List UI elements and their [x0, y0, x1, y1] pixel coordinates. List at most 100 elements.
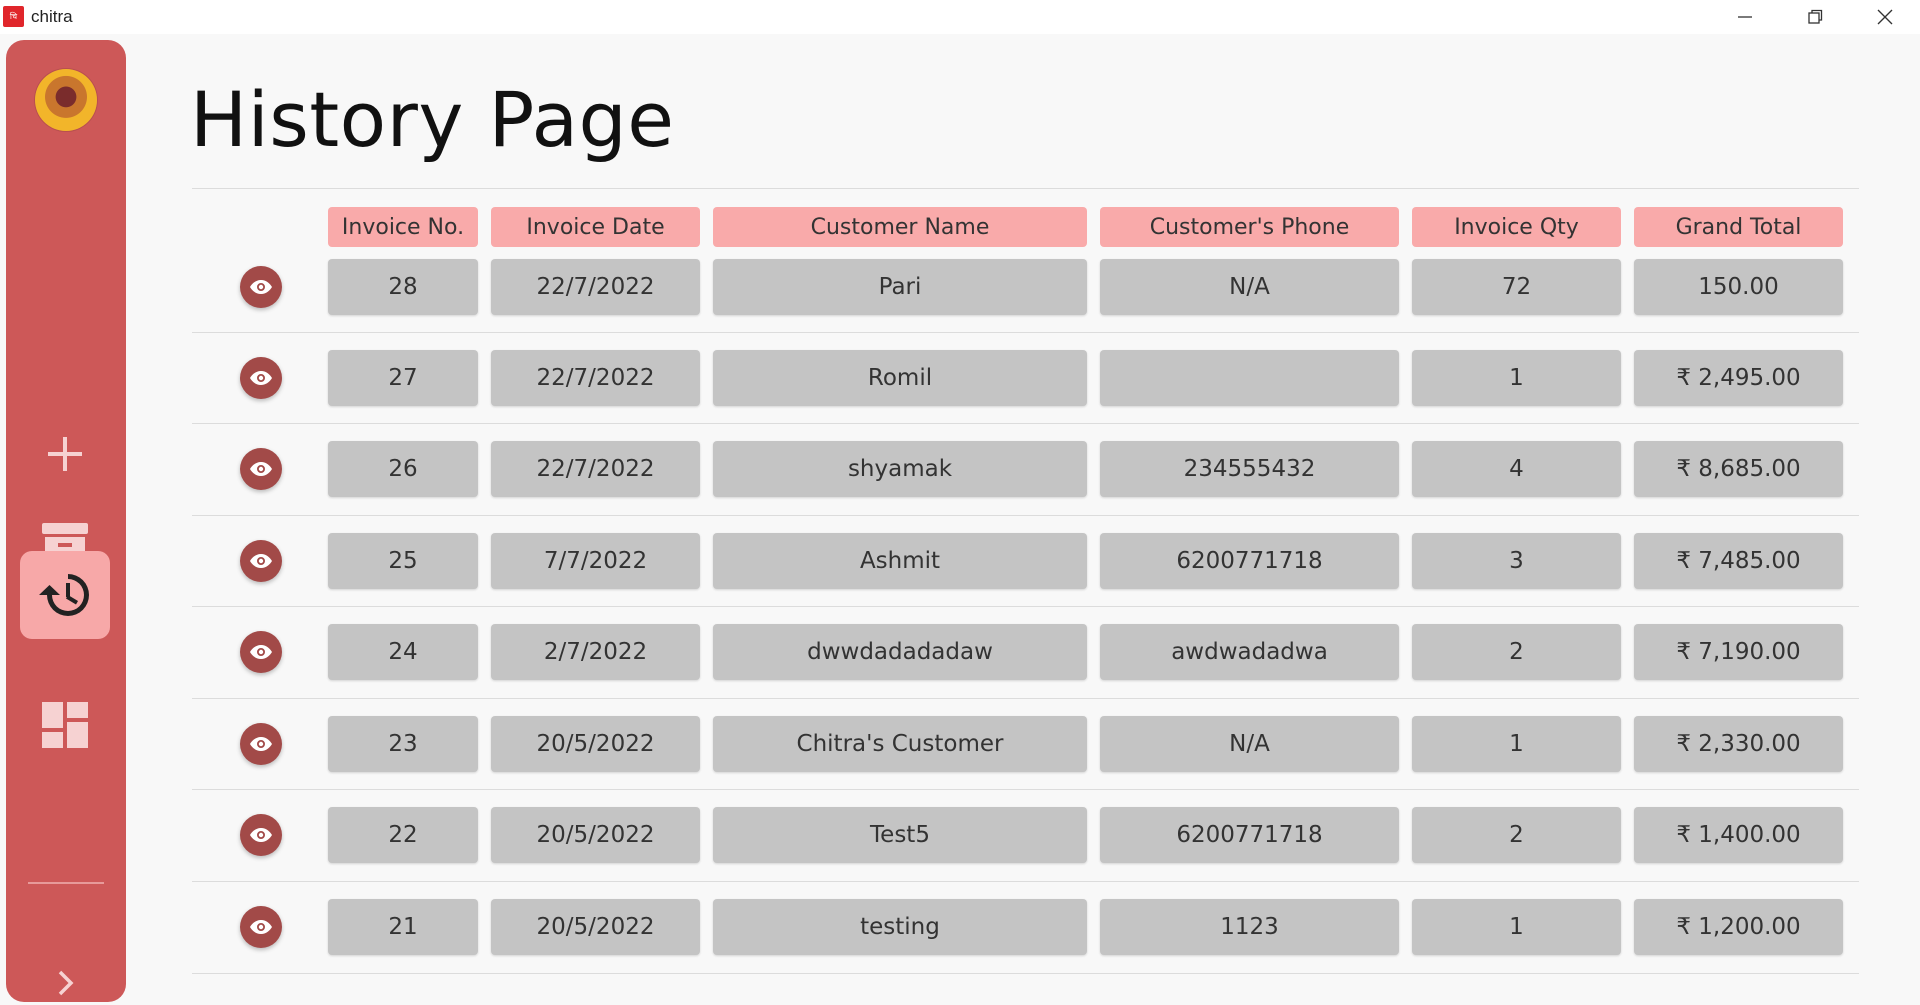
history-icon — [39, 574, 89, 616]
cell-invoice-date: 22/7/2022 — [491, 350, 700, 406]
title-divider — [192, 188, 1859, 189]
cell-customer-name: Chitra's Customer — [713, 716, 1087, 772]
eye-icon — [250, 645, 272, 659]
cell-grand-total: ₹ 1,200.00 — [1634, 899, 1843, 955]
cell-invoice-qty: 2 — [1412, 807, 1621, 863]
row-divider — [192, 973, 1859, 974]
view-invoice-button[interactable] — [240, 357, 282, 399]
cell-customer-name: Ashmit — [713, 533, 1087, 589]
cell-invoice-date: 2/7/2022 — [491, 624, 700, 680]
restore-icon — [1808, 9, 1823, 24]
cell-customer-phone: awdwadadwa — [1100, 624, 1399, 680]
cell-invoice-date: 22/7/2022 — [491, 259, 700, 315]
row-divider — [192, 606, 1859, 607]
row-divider — [192, 789, 1859, 790]
cell-grand-total: ₹ 2,495.00 — [1634, 350, 1843, 406]
header-customer-phone: Customer's Phone — [1100, 207, 1399, 247]
cell-grand-total: ₹ 8,685.00 — [1634, 441, 1843, 497]
cell-customer-phone: N/A — [1100, 716, 1399, 772]
cell-customer-name: Pari — [713, 259, 1087, 315]
sidebar-item-add-invoice[interactable] — [20, 410, 110, 498]
cell-customer-name: shyamak — [713, 441, 1087, 497]
row-divider — [192, 423, 1859, 424]
app-icon: चि — [3, 6, 24, 27]
row-divider — [192, 881, 1859, 882]
cell-invoice-date: 20/5/2022 — [491, 807, 700, 863]
cell-grand-total: 150.00 — [1634, 259, 1843, 315]
header-grand-total: Grand Total — [1634, 207, 1843, 247]
cell-customer-phone: 1123 — [1100, 899, 1399, 955]
cell-invoice-qty: 3 — [1412, 533, 1621, 589]
header-invoice-date: Invoice Date — [491, 207, 700, 247]
view-invoice-button[interactable] — [240, 540, 282, 582]
cell-invoice-no: 25 — [328, 533, 478, 589]
close-button[interactable] — [1850, 0, 1920, 34]
cell-invoice-date: 20/5/2022 — [491, 716, 700, 772]
cell-invoice-qty: 4 — [1412, 441, 1621, 497]
eye-icon — [250, 462, 272, 476]
close-icon — [1877, 9, 1893, 25]
cell-invoice-qty: 1 — [1412, 899, 1621, 955]
cell-invoice-no: 27 — [328, 350, 478, 406]
row-divider — [192, 515, 1859, 516]
header-invoice-qty: Invoice Qty — [1412, 207, 1621, 247]
page-title: History Page — [190, 75, 675, 164]
view-invoice-button[interactable] — [240, 448, 282, 490]
plus-icon — [48, 437, 82, 471]
view-invoice-button[interactable] — [240, 723, 282, 765]
cell-invoice-no: 22 — [328, 807, 478, 863]
sidebar — [6, 40, 126, 1002]
cell-customer-name: testing — [713, 899, 1087, 955]
cell-grand-total: ₹ 7,485.00 — [1634, 533, 1843, 589]
view-invoice-button[interactable] — [240, 631, 282, 673]
chevron-right-icon — [58, 970, 74, 996]
cell-invoice-no: 21 — [328, 899, 478, 955]
cell-grand-total: ₹ 2,330.00 — [1634, 716, 1843, 772]
eye-icon — [250, 280, 272, 294]
cell-customer-phone: 6200771718 — [1100, 533, 1399, 589]
cell-customer-phone: 234555432 — [1100, 441, 1399, 497]
row-divider — [192, 332, 1859, 333]
restore-button[interactable] — [1780, 0, 1850, 34]
sidebar-divider — [28, 882, 104, 884]
window-title: chitra — [31, 7, 73, 26]
eye-icon — [250, 737, 272, 751]
cell-invoice-qty: 1 — [1412, 350, 1621, 406]
view-invoice-button[interactable] — [240, 906, 282, 948]
cell-invoice-date: 22/7/2022 — [491, 441, 700, 497]
sidebar-expand-button[interactable] — [20, 938, 110, 1005]
cell-customer-phone: N/A — [1100, 259, 1399, 315]
cell-invoice-no: 24 — [328, 624, 478, 680]
sidebar-item-dashboard[interactable] — [20, 681, 110, 769]
cell-grand-total: ₹ 1,400.00 — [1634, 807, 1843, 863]
header-invoice-no: Invoice No. — [328, 207, 478, 247]
sidebar-item-history[interactable] — [20, 551, 110, 639]
cell-customer-phone: 6200771718 — [1100, 807, 1399, 863]
cell-invoice-qty: 72 — [1412, 259, 1621, 315]
cell-invoice-date: 7/7/2022 — [491, 533, 700, 589]
minimize-icon — [1738, 16, 1752, 18]
eye-icon — [250, 554, 272, 568]
cell-invoice-no: 23 — [328, 716, 478, 772]
cell-invoice-qty: 2 — [1412, 624, 1621, 680]
cell-customer-name: dwwdadadadaw — [713, 624, 1087, 680]
row-divider — [192, 698, 1859, 699]
eye-icon — [250, 920, 272, 934]
cell-customer-name: Test5 — [713, 807, 1087, 863]
eye-icon — [250, 371, 272, 385]
window-titlebar: चि chitra — [0, 0, 1920, 34]
cell-grand-total: ₹ 7,190.00 — [1634, 624, 1843, 680]
cell-invoice-qty: 1 — [1412, 716, 1621, 772]
view-invoice-button[interactable] — [240, 266, 282, 308]
cell-invoice-no: 28 — [328, 259, 478, 315]
dashboard-icon — [42, 702, 88, 748]
avatar[interactable] — [35, 69, 97, 131]
header-customer-name: Customer Name — [713, 207, 1087, 247]
cell-customer-name: Romil — [713, 350, 1087, 406]
cell-invoice-date: 20/5/2022 — [491, 899, 700, 955]
cell-customer-phone — [1100, 350, 1399, 406]
view-invoice-button[interactable] — [240, 814, 282, 856]
cell-invoice-no: 26 — [328, 441, 478, 497]
eye-icon — [250, 828, 272, 842]
minimize-button[interactable] — [1710, 0, 1780, 34]
